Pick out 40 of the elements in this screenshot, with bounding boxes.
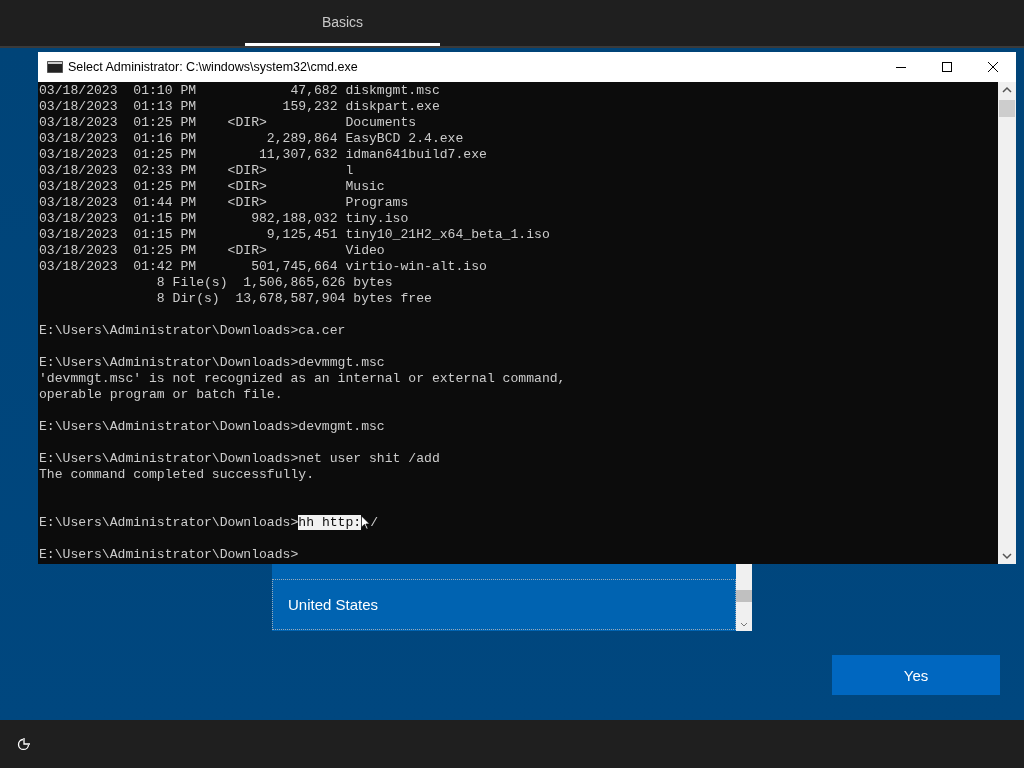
console-text: E:\Users\Administrator\Downloads> xyxy=(39,515,299,530)
console-line: 03/18/2023 01:15 PM 9,125,451 tiny10_21H2_x64_beta_1.iso xyxy=(39,227,551,243)
scroll-thumb[interactable] xyxy=(736,590,752,602)
scroll-up-icon[interactable] xyxy=(1002,86,1012,94)
scroll-thumb[interactable] xyxy=(999,100,1015,117)
accessibility-icon[interactable] xyxy=(16,736,32,752)
console-line: E:\Users\Administrator\Downloads>net user shit /add xyxy=(39,451,441,467)
pointer-cursor-icon xyxy=(361,514,371,531)
console-line: E:\Users\Administrator\Downloads> xyxy=(39,547,300,563)
console-line: 03/18/2023 02:33 PM <DIR> l xyxy=(39,163,355,179)
console-line: 'devmmgt.msc' is not recognized as an internal or external command, xyxy=(39,371,567,387)
yes-button[interactable]: Yes xyxy=(832,655,1000,695)
list-item[interactable]: United States xyxy=(272,579,736,630)
scroll-down-icon[interactable] xyxy=(1002,552,1012,560)
console-line: 03/18/2023 01:10 PM 47,682 diskmgmt.msc xyxy=(39,83,441,99)
console-line: 03/18/2023 01:42 PM 501,745,664 virtio-win-alt.iso xyxy=(39,259,488,275)
close-icon[interactable] xyxy=(987,61,999,73)
selected-text: hh http: xyxy=(298,515,362,530)
window-title: Select Administrator: C:\windows\system32\cmd.exe xyxy=(68,60,359,74)
console-line: operable program or batch file. xyxy=(39,387,284,403)
console-line: 03/18/2023 01:25 PM <DIR> Music xyxy=(39,179,386,195)
scrollbar[interactable] xyxy=(736,564,752,631)
console-line: 03/18/2023 01:25 PM <DIR> Documents xyxy=(39,115,418,131)
console-text: / xyxy=(370,515,379,530)
scroll-down-icon[interactable] xyxy=(740,622,748,628)
console-icon xyxy=(47,61,63,73)
console-line: 03/18/2023 01:25 PM 11,307,632 idman641build7.exe xyxy=(39,147,488,163)
console-line: The command completed successfully. xyxy=(39,467,315,483)
console-line: 03/18/2023 01:25 PM <DIR> Video xyxy=(39,243,386,259)
scrollbar[interactable] xyxy=(998,82,1016,564)
console-line: E:\Users\Administrator\Downloads>devmmgt.msc xyxy=(39,355,386,371)
console-line: 03/18/2023 01:16 PM 2,289,864 EasyBCD 2.4.exe xyxy=(39,131,465,147)
console-line: E:\Users\Administrator\Downloads>devmgmt.msc xyxy=(39,419,386,435)
maximize-icon[interactable] xyxy=(941,61,953,73)
console-line: 8 File(s) 1,506,865,626 bytes xyxy=(155,275,394,291)
console-line: 03/18/2023 01:15 PM 982,188,032 tiny.iso xyxy=(39,211,410,227)
console-line: 03/18/2023 01:13 PM 159,232 diskpart.exe xyxy=(39,99,441,115)
console-line: E:\Users\Administrator\Downloads>ca.cer xyxy=(39,323,347,339)
console-line: 8 Dir(s) 13,678,587,904 bytes free xyxy=(155,291,433,307)
console-line: 03/18/2023 01:44 PM <DIR> Programs xyxy=(39,195,410,211)
